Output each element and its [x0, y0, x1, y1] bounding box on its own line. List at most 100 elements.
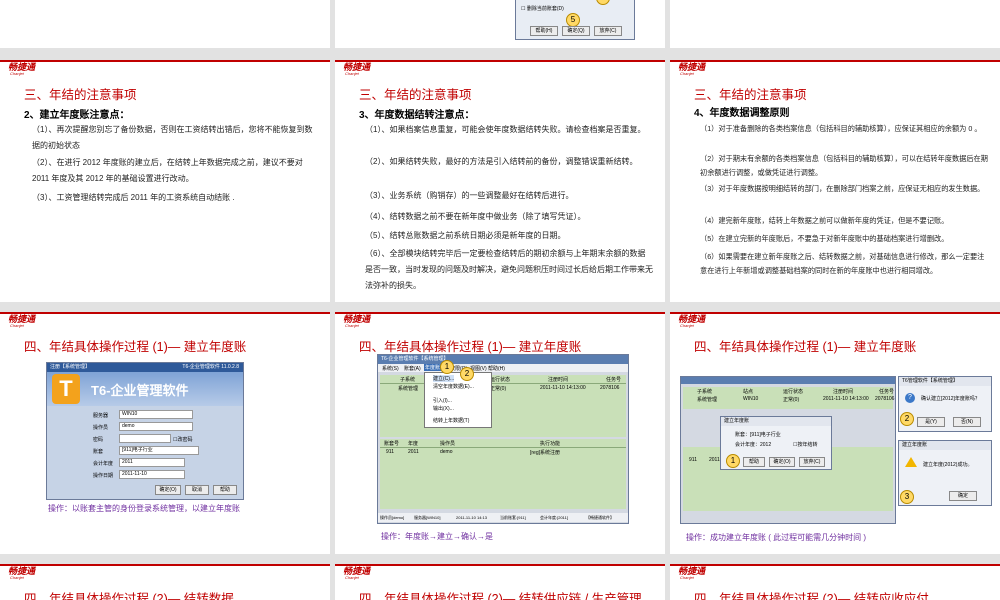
product-name: T6-企业管理软件	[91, 383, 189, 398]
menu-item-import[interactable]: 引入(I)...	[433, 397, 452, 404]
ok-button[interactable]: 确定(Q)	[562, 26, 590, 36]
delete-account-checkbox[interactable]: ☐ 删除当前账套(D)	[521, 5, 564, 12]
cell-account-no: 911	[386, 449, 394, 455]
menu-account[interactable]: 账套(A)	[404, 365, 421, 372]
panel-notes-4: 畅捷通 Chanjet 三、年结的注意事项 4、年度数据调整原则 （1）对于准备删…	[670, 60, 1000, 302]
fiscal-year-select[interactable]: 2011	[119, 458, 185, 467]
dialog-title: 建立年度账	[721, 417, 831, 426]
dialog-ok-button[interactable]: 确定(O)	[769, 457, 795, 467]
panel-login: 畅捷通 Chanjet 四、年结具体操作过程 (1)— 建立年度账 注册【系统管理…	[0, 312, 330, 554]
confirm-no-button[interactable]: 否(N)	[953, 417, 981, 427]
session-table: 子系统 运行状态 注册时间 任务号 系统管理 正常(0) 2011-11-10 …	[380, 375, 626, 437]
cancel-button[interactable]: 放弃(C)	[594, 26, 622, 36]
cell-status: 正常(0)	[783, 397, 800, 403]
panel-title: 四、年结具体操作过程 (1)— 建立年度账	[359, 340, 582, 354]
brand-sub: Chanjet	[10, 71, 24, 76]
col-year: 年度	[408, 441, 419, 447]
menu-help[interactable]: 帮助(H)	[488, 365, 505, 372]
cell-status: 正常(0)	[490, 386, 507, 392]
col-reg-time: 注册时间	[833, 389, 854, 395]
col-status: 运行状态	[490, 377, 511, 383]
step-badge-3: 3	[900, 490, 914, 504]
note-item: （4）建完新年度账，结转上年数据之前可以做新年度的凭证，但是不要记账。	[700, 216, 949, 225]
login-cancel-button[interactable]: 取消	[185, 485, 209, 495]
note-item: （2）、如果结转失败，最好的方法是引入结转前的备份，调整错误重新结转。	[365, 157, 638, 166]
op-date-label: 操作日期	[93, 473, 114, 479]
fiscal-year-label: 会计年度	[93, 461, 114, 467]
success-ok-button[interactable]: 确定	[949, 491, 977, 501]
step-badge-5: 5	[566, 13, 580, 27]
menu-item-export[interactable]: 输出(X)...	[433, 405, 454, 412]
confirm-title: T6管理软件【系统管理】	[899, 377, 991, 386]
step-badge-2: 2	[900, 412, 914, 426]
dialog-help-button[interactable]: 帮助	[743, 457, 765, 467]
dialog-cancel-button[interactable]: 放弃(C)	[799, 457, 825, 467]
delete-account-label: 删除当前账套(D)	[526, 6, 564, 12]
col-account-no: 账套号	[384, 441, 400, 447]
col-function: 执行功能	[540, 441, 561, 447]
status-year: 会计年度:[2011]	[540, 515, 568, 520]
panel-subtitle: 4、年度数据调整原则	[694, 108, 790, 119]
panel-title: 三、年结的注意事项	[359, 88, 472, 102]
step-badge-2: 2	[460, 367, 474, 381]
menu-item-carry-forward[interactable]: 结转上年数据(T)	[433, 417, 469, 424]
status-operator: 操作员[demo]	[380, 515, 405, 520]
cell-reg-time: 2011-11-10 14:13:00	[823, 396, 869, 402]
product-banner: T T6-企业管理软件	[47, 372, 243, 406]
brand-sub: Chanjet	[680, 575, 694, 580]
note-item: （1）、再次提醒您别忘了备份数据，否则在工资结转出错后，您将不能恢复到数据的初始…	[32, 125, 313, 150]
operator-input[interactable]: demo	[119, 422, 193, 431]
cell-year: 2011	[408, 449, 419, 455]
panel-bottom-right: 畅捷通 Chanjet 四、年结具体操作过程 (2)— 结转应收应付	[670, 564, 1000, 600]
panel-title: 四、年结具体操作过程 (1)— 建立年度账	[24, 340, 247, 354]
panel-title: 四、年结具体操作过程 (2)— 结转供应链 / 生产管理	[359, 592, 642, 600]
caption: 操作：以账套主管的身份登录系统管理，以建立年度账	[48, 504, 240, 513]
panel-header: 畅捷通 Chanjet	[670, 60, 1000, 76]
panel-title: 四、年结具体操作过程 (2)— 结转数据	[24, 592, 234, 600]
app-window: T6-企业管理软件【系统管理】 系统(S) 账套(A) 年度账(Y) 权限(O)…	[377, 354, 629, 524]
menu-item-clear[interactable]: 清空年度数据(E)...	[433, 383, 474, 390]
col-task-no: 任务号	[879, 389, 895, 395]
step-badge-4: 4	[596, 0, 610, 5]
brand-sub: Chanjet	[10, 323, 24, 328]
col-subsystem: 子系统	[697, 389, 713, 395]
op-date-input[interactable]: 2011-11-10	[119, 470, 185, 479]
brand-sub: Chanjet	[10, 575, 24, 580]
panel-header: 畅捷通 Chanjet	[670, 564, 1000, 580]
panel-bottom-left: 畅捷通 Chanjet 四、年结具体操作过程 (2)— 结转数据	[0, 564, 330, 600]
note-item: （3）对于年度数据按明细结转的部门，在删除部门档案之前，应保证无相应的发生数据。	[700, 184, 985, 193]
account-select[interactable]: [911]电子行业	[119, 446, 199, 455]
panel-header: 畅捷通 Chanjet	[0, 60, 330, 76]
panel-header: 畅捷通 Chanjet	[670, 312, 1000, 328]
login-help-button[interactable]: 帮助	[213, 485, 237, 495]
password-label: 密码	[93, 437, 104, 443]
operation-table: 账套号 年度 操作员 执行功能 911 2011 demo [reg]系统注册	[380, 439, 626, 509]
panel-title: 三、年结的注意事项	[694, 88, 807, 102]
menu-item-create[interactable]: 建立(C)...	[433, 375, 455, 382]
menu-system[interactable]: 系统(S)	[382, 365, 399, 372]
note-item: （2）、在进行 2012 年度账的建立后，在结转上年数据完成之前，建议不要对 2…	[32, 158, 303, 183]
col-status: 运行状态	[783, 389, 804, 395]
panel-subtitle: 2、建立年度账注意点：	[24, 110, 130, 121]
help-button[interactable]: 帮助(H)	[530, 26, 558, 36]
confirm-text: 确认建立[2012]年度账吗？	[921, 396, 980, 402]
note-item: （5）、结转总账数据之前系统日期必须是新年度的日期。	[365, 231, 566, 240]
session-table: 子系统 站点 运行状态 注册时间 任务号 系统管理 WIN10 正常(0) 20…	[683, 387, 895, 409]
confirm-yes-button[interactable]: 是(Y)	[917, 417, 945, 427]
status-account: 当前账套:[911]	[500, 515, 526, 520]
server-input[interactable]: WIN10	[119, 410, 193, 419]
col-site: 站点	[743, 389, 754, 395]
note-item: （4）、结转数据之前不要在新年度中做业务（除了填写凭证）。	[365, 212, 586, 221]
status-bar: 操作员[demo] 服务器[WIN10] 2011-11-10 14:13 当前…	[378, 513, 628, 522]
login-ok-button[interactable]: 确定(O)	[155, 485, 181, 495]
version-label: T6-企业管理软件 11.0.2.8	[182, 364, 239, 370]
change-password-checkbox[interactable]: ☐改密码	[173, 436, 193, 443]
note-item: （6）如果需要在建立新年度账之后、结转数据之前，对基础信息进行修改，那么一定要注…	[700, 252, 985, 276]
login-window: 注册【系统管理】 T6-企业管理软件 11.0.2.8 T T6-企业管理软件 服…	[46, 362, 244, 500]
cell-reg-time: 2011-11-10 14:13:00	[540, 385, 586, 391]
carry-by-year-checkbox[interactable]: ☐按年结转	[793, 441, 818, 448]
dialog-fragment: 4 ☐ 删除当前账套(D) 5 帮助(H) 确定(Q) 放弃(C)	[515, 0, 635, 40]
brand-sub: Chanjet	[680, 323, 694, 328]
panel-header: 畅捷通 Chanjet	[0, 312, 330, 328]
password-input[interactable]	[119, 434, 171, 443]
